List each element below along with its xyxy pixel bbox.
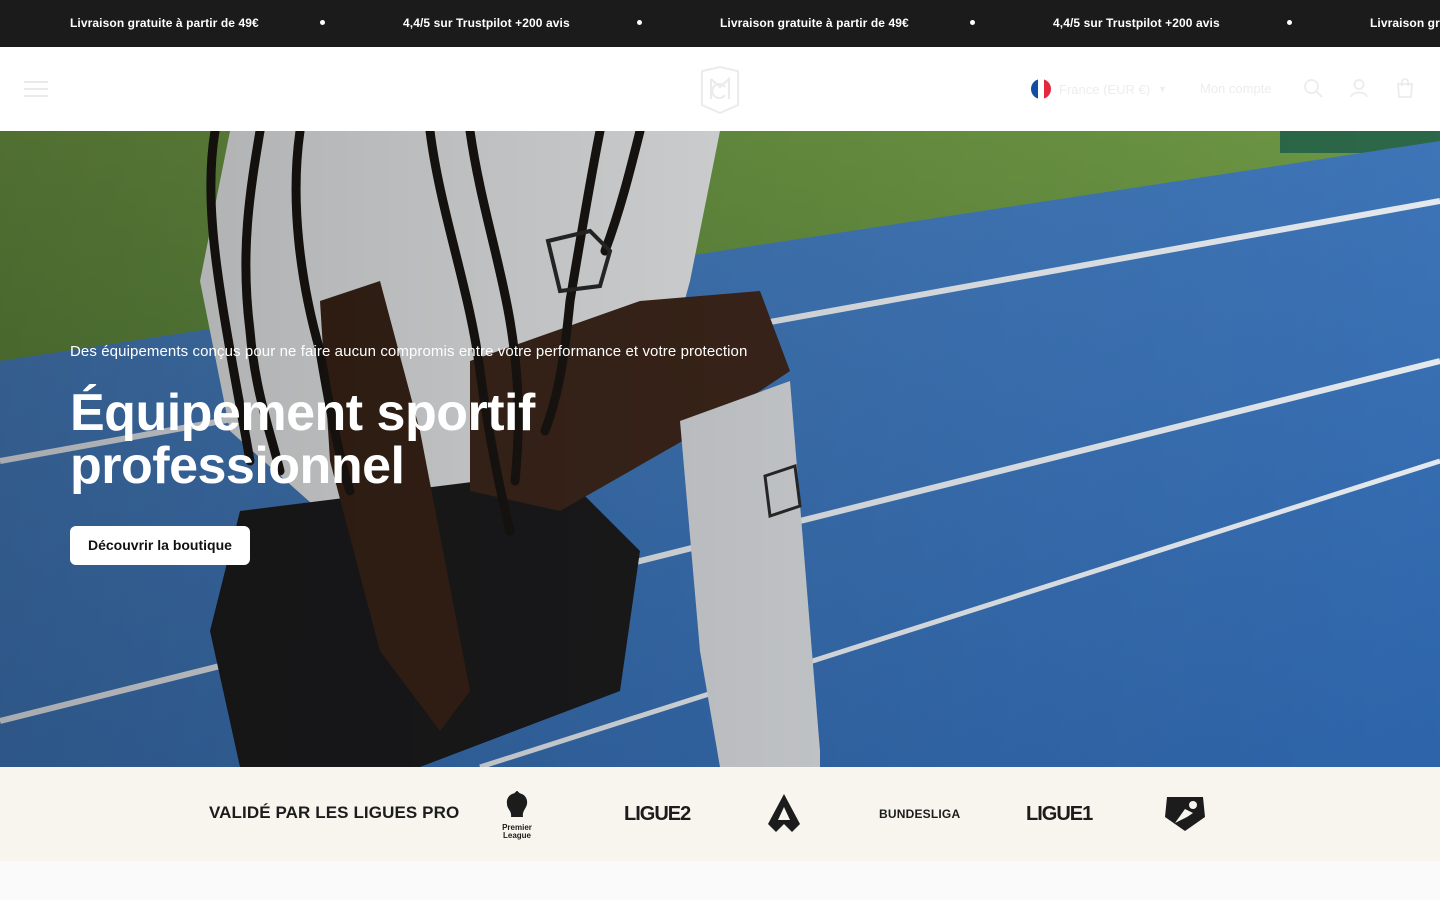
ligue-1-logo: LIGUE1 (1026, 803, 1093, 825)
separator-dot (320, 20, 325, 25)
lion-icon (506, 790, 528, 817)
premier-league-logo: Premier League (500, 790, 534, 840)
user-icon[interactable] (1348, 77, 1370, 99)
bundesliga-2-logo (1163, 793, 1207, 833)
hero-title: Équipement sportif professionnel (70, 384, 535, 495)
separator-dot (637, 20, 642, 25)
chevron-down-icon: ▼ (1158, 84, 1167, 94)
leagues-strip: VALIDÉ PAR LES LIGUES PRO Premier League… (0, 767, 1440, 861)
premier-league-line2: League (502, 831, 531, 840)
page-section-below (0, 861, 1440, 900)
search-icon[interactable] (1302, 77, 1324, 99)
brand-logo[interactable] (698, 65, 742, 115)
locale-selector[interactable]: France (EUR €) ▼ (1031, 79, 1167, 99)
france-flag-icon (1031, 79, 1051, 99)
announcement-item: Livraison gratuite à partir de 49€ (1370, 16, 1440, 30)
locale-label: France (EUR €) (1059, 81, 1151, 97)
menu-icon[interactable] (24, 80, 48, 98)
announcement-item: 4,4/5 sur Trustpilot +200 avis (403, 16, 570, 30)
announcement-bar: Livraison gratuite à partir de 49€ 4,4/5… (0, 0, 1440, 47)
site-header: France (EUR €) ▼ Mon compte (0, 47, 1440, 131)
announcement-item: Livraison gratuite à partir de 49€ (70, 16, 259, 30)
account-link[interactable]: Mon compte (1200, 79, 1272, 99)
cart-icon[interactable] (1394, 77, 1416, 99)
announcement-item: Livraison gratuite à partir de 49€ (720, 16, 909, 30)
hero-banner: Des équipements conçus pour ne faire auc… (0, 131, 1440, 767)
ligue-2-logo: LIGUE2 (624, 803, 691, 825)
separator-dot (1287, 20, 1292, 25)
shop-cta-button[interactable]: Découvrir la boutique (70, 526, 250, 565)
hero-subtitle: Des équipements conçus pour ne faire auc… (70, 343, 748, 360)
leagues-title: VALIDÉ PAR LES LIGUES PRO (209, 803, 460, 822)
bundesliga-logo: BUNDESLIGA (879, 807, 961, 821)
announcement-item: 4,4/5 sur Trustpilot +200 avis (1053, 16, 1220, 30)
separator-dot (970, 20, 975, 25)
serie-a-logo (766, 793, 802, 833)
